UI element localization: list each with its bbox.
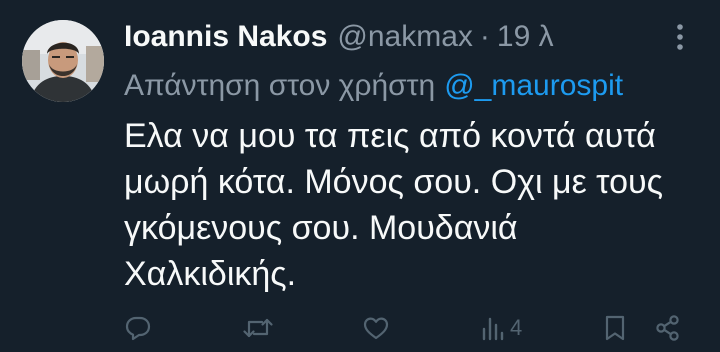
retweet-button[interactable] bbox=[242, 308, 274, 348]
reply-button[interactable] bbox=[124, 308, 152, 348]
reply-context: Απάντηση στον χρήστη @_maurospit bbox=[124, 64, 623, 108]
views-button[interactable]: 4 bbox=[480, 308, 522, 348]
avatar-image bbox=[22, 20, 104, 102]
more-options-button[interactable] bbox=[666, 20, 694, 54]
like-icon bbox=[363, 317, 389, 340]
tweet-header: Ioannis Nakos @nakmax · 19 λ bbox=[124, 14, 554, 60]
bookmark-button[interactable] bbox=[603, 308, 627, 348]
author-handle[interactable]: @nakmax bbox=[337, 20, 473, 54]
views-count: 4 bbox=[510, 315, 523, 340]
bookmark-icon bbox=[605, 315, 625, 341]
share-icon bbox=[656, 315, 679, 341]
tweet-actions-bar: 4 bbox=[0, 308, 720, 348]
retweet-icon bbox=[243, 318, 273, 338]
share-button[interactable] bbox=[654, 308, 682, 348]
author-display-name[interactable]: Ioannis Nakos bbox=[124, 20, 327, 54]
views-icon bbox=[482, 317, 504, 341]
tweet-text: Ελα να μου τα πεις από κοντά αυτά μωρή κ… bbox=[124, 117, 664, 293]
reply-context-label: Απάντηση στον χρήστη bbox=[124, 69, 436, 102]
like-button[interactable] bbox=[362, 308, 390, 348]
avatar[interactable] bbox=[22, 20, 104, 102]
more-icon bbox=[677, 24, 683, 50]
reply-mention-link[interactable]: @_maurospit bbox=[444, 69, 623, 103]
header-separator: · bbox=[479, 20, 490, 53]
reply-icon bbox=[125, 316, 151, 341]
tweet-timestamp[interactable]: 19 λ bbox=[497, 20, 554, 54]
